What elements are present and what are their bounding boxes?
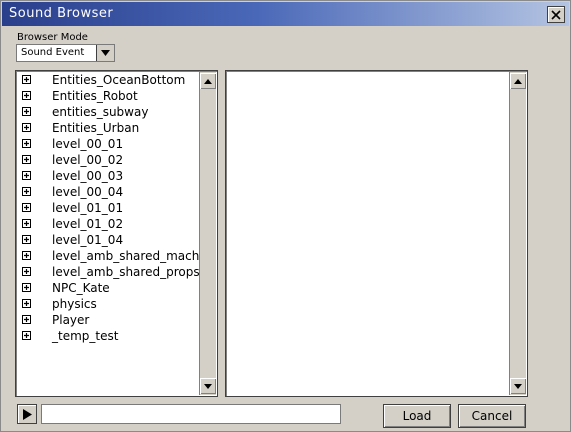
plus-box-icon[interactable] [22,331,31,340]
close-button[interactable] [547,6,565,23]
tree-item[interactable]: level_00_03 [16,168,199,184]
plus-box-icon[interactable] [22,91,31,100]
plus-box-icon[interactable] [22,203,31,212]
tree-item-label: _temp_test [52,329,119,343]
tree-item[interactable]: Entities_OceanBottom [16,72,199,88]
tree-item-label: level_01_04 [52,233,124,247]
tree-scroll-down-button[interactable] [200,378,216,394]
list-scrollbar[interactable] [509,72,526,395]
browser-mode-value: Sound Event [21,47,85,58]
chevron-down-icon [101,50,110,56]
tree-scrollbar[interactable] [199,72,216,395]
plus-box-icon[interactable] [22,251,31,260]
tree-item[interactable]: entities_subway [16,104,199,120]
browser-mode-select[interactable]: Sound Event [16,44,115,62]
tree-item[interactable]: _temp_test [16,328,199,344]
tree-item[interactable]: NPC_Kate [16,280,199,296]
tree-item-label: level_00_02 [52,153,124,167]
tree-item-label: level_amb_shared_props [52,265,199,279]
tree-item[interactable]: level_00_02 [16,152,199,168]
plus-box-icon[interactable] [22,315,31,324]
list-scroll-up-button[interactable] [510,73,526,89]
tree-item-label: level_amb_shared_machi [52,249,199,263]
plus-box-icon[interactable] [22,155,31,164]
load-button[interactable]: Load [383,404,451,428]
tree-item-label: level_01_01 [52,201,124,215]
play-icon [22,408,32,420]
tree-item-label: physics [52,297,97,311]
arrow-down-icon [204,383,212,389]
tree-item-label: NPC_Kate [52,281,110,295]
plus-box-icon[interactable] [22,219,31,228]
dropdown-button[interactable] [96,45,114,61]
plus-box-icon[interactable] [22,75,31,84]
tree-item[interactable]: level_01_01 [16,200,199,216]
browser-mode-label: Browser Mode [17,32,88,43]
plus-box-icon[interactable] [22,299,31,308]
tree-item[interactable]: level_01_04 [16,232,199,248]
tree-item[interactable]: Entities_Robot [16,88,199,104]
tree-item-label: Entities_OceanBottom [52,73,186,87]
plus-box-icon[interactable] [22,187,31,196]
sound-tree: Entities_OceanBottom Entities_Robotentiti… [16,71,199,396]
tree-item-label: Player [52,313,90,327]
arrow-down-icon [514,383,522,389]
tree-item-label: level_01_02 [52,217,124,231]
cancel-button[interactable]: Cancel [458,404,526,428]
tree-item-label: level_00_04 [52,185,124,199]
tree-scroll-up-button[interactable] [200,73,216,89]
tree-item-label: Entities_Robot [52,89,138,103]
sound-list-panel[interactable] [225,70,528,397]
list-scroll-down-button[interactable] [510,378,526,394]
arrow-up-icon [514,78,522,84]
window-title: Sound Browser [9,6,114,21]
plus-box-icon[interactable] [22,283,31,292]
sound-path-input[interactable] [41,404,341,424]
tree-item-label: Entities_Urban [52,121,140,135]
sound-tree-panel[interactable]: Entities_OceanBottom Entities_Robotentiti… [15,70,218,397]
tree-item[interactable]: level_00_01 [16,136,199,152]
plus-box-icon[interactable] [22,267,31,276]
plus-box-icon[interactable] [22,235,31,244]
tree-item-label: level_00_03 [52,169,124,183]
tree-item[interactable]: Player [16,312,199,328]
tree-item[interactable]: Entities_Urban [16,120,199,136]
sound-browser-window: Sound Browser Browser Mode Sound Event E… [0,0,571,432]
arrow-up-icon [204,78,212,84]
tree-item[interactable]: physics [16,296,199,312]
tree-item[interactable]: level_amb_shared_machi [16,248,199,264]
play-button[interactable] [17,404,37,424]
plus-box-icon[interactable] [22,171,31,180]
plus-box-icon[interactable] [22,139,31,148]
tree-item[interactable]: level_00_04 [16,184,199,200]
tree-item[interactable]: level_amb_shared_props [16,264,199,280]
plus-box-icon[interactable] [22,107,31,116]
tree-item-label: entities_subway [52,105,149,119]
title-bar[interactable]: Sound Browser [2,2,569,26]
close-icon [551,9,561,20]
tree-item[interactable]: level_01_02 [16,216,199,232]
plus-box-icon[interactable] [22,123,31,132]
tree-item-label: level_00_01 [52,137,124,151]
